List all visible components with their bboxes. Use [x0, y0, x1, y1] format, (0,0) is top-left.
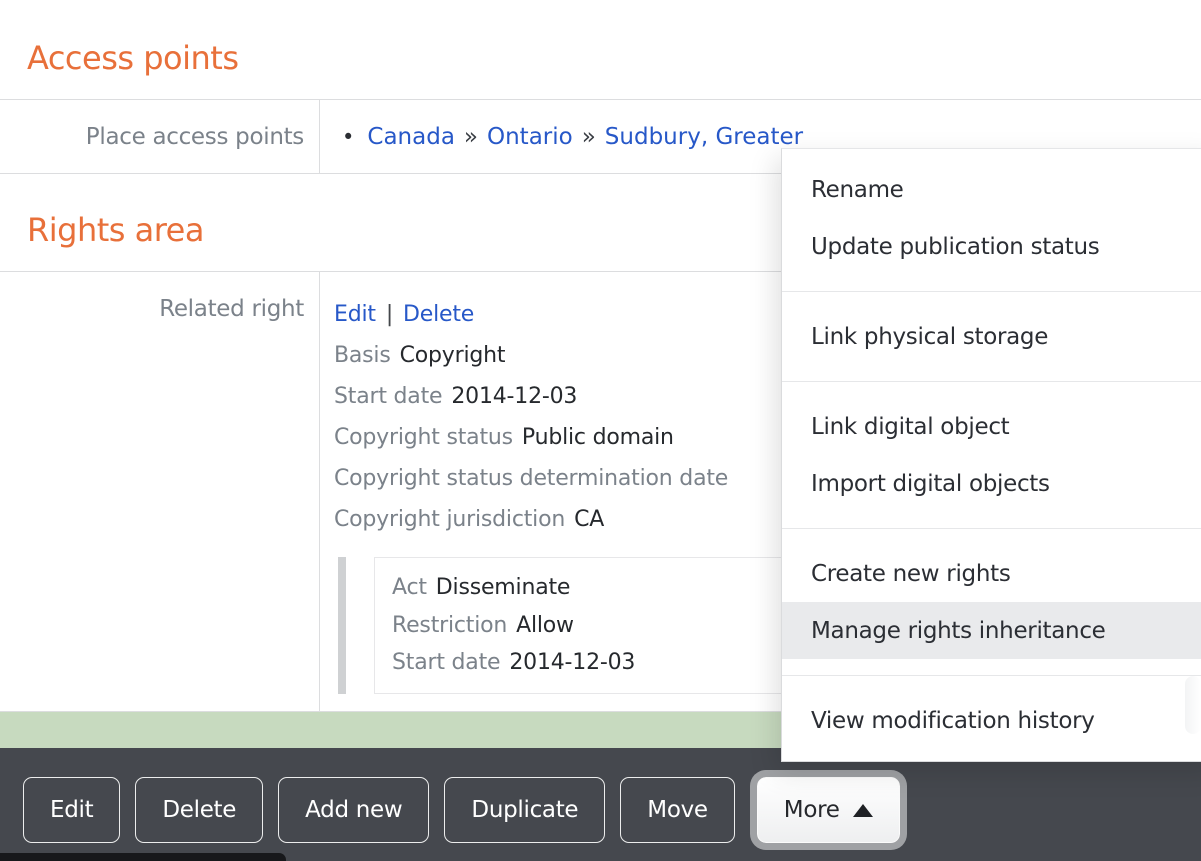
- breadcrumb-link-canada[interactable]: Canada: [367, 124, 455, 150]
- menu-item-view-modification-history[interactable]: View modification history: [782, 692, 1201, 749]
- field-value: Copyright: [400, 343, 506, 368]
- add-new-button[interactable]: Add new: [278, 777, 429, 843]
- field-value: Allow: [516, 613, 574, 638]
- button-label: Add new: [305, 797, 402, 823]
- access-points-heading: Access points: [0, 0, 1201, 100]
- field-label: Start date: [392, 650, 500, 675]
- more-button[interactable]: More: [757, 777, 900, 843]
- overlay-scrollbar-thumb[interactable]: [1185, 676, 1201, 734]
- field-value: CA: [574, 507, 604, 532]
- list-bullet: •: [342, 125, 354, 149]
- field-label: Act: [392, 575, 427, 600]
- breadcrumb-link-ontario[interactable]: Ontario: [487, 124, 573, 150]
- related-right-label: Related right: [0, 272, 320, 711]
- caret-up-icon: [853, 804, 873, 817]
- field-label: Copyright jurisdiction: [334, 507, 565, 532]
- field-label: Restriction: [392, 613, 507, 638]
- menu-item-update-publication-status[interactable]: Update publication status: [782, 218, 1201, 275]
- field-value: 2014-12-03: [509, 650, 635, 675]
- field-value: Disseminate: [436, 575, 570, 600]
- button-label: More: [784, 797, 840, 823]
- field-value: Public domain: [522, 425, 674, 450]
- menu-separator: [782, 675, 1201, 676]
- field-value: 2014-12-03: [451, 384, 577, 409]
- more-dropdown-menu: RenameUpdate publication status Link phys…: [781, 148, 1201, 762]
- button-label: Edit: [50, 797, 93, 823]
- delete-right-link[interactable]: Delete: [403, 302, 474, 327]
- button-label: Move: [647, 797, 707, 823]
- breadcrumb-link-sudbury-greater[interactable]: Sudbury, Greater: [605, 124, 803, 150]
- button-label: Duplicate: [471, 797, 578, 823]
- field-label: Copyright status: [334, 425, 513, 450]
- field-label: Basis: [334, 343, 391, 368]
- menu-separator: [782, 528, 1201, 529]
- action-toolbar: Edit Delete Add new Duplicate Move More: [0, 748, 1201, 861]
- edit-right-link[interactable]: Edit: [334, 302, 376, 327]
- menu-separator: [782, 381, 1201, 382]
- move-button[interactable]: Move: [620, 777, 734, 843]
- access-points-heading-text: Access points: [27, 39, 239, 77]
- menu-item-create-new-rights[interactable]: Create new rights: [782, 545, 1201, 602]
- breadcrumb: • Canada » Ontario » Sudbury, Greater: [333, 124, 803, 150]
- place-access-points-label: Place access points: [0, 100, 320, 173]
- field-label: Copyright status determination date: [334, 466, 728, 491]
- edit-button[interactable]: Edit: [23, 777, 120, 843]
- action-separator: |: [386, 302, 393, 327]
- rights-area-heading-text: Rights area: [27, 211, 204, 249]
- button-label: Delete: [162, 797, 236, 823]
- menu-item-import-digital-objects[interactable]: Import digital objects: [782, 455, 1201, 512]
- menu-item-link-digital-object[interactable]: Link digital object: [782, 398, 1201, 455]
- breadcrumb-separator: »: [464, 124, 478, 150]
- browser-status-bar-stub: [0, 853, 286, 861]
- granted-rights-quote-bar: [338, 557, 346, 694]
- menu-item-link-physical-storage[interactable]: Link physical storage: [782, 308, 1201, 365]
- menu-item-manage-rights-inheritance[interactable]: Manage rights inheritance: [782, 602, 1201, 659]
- menu-item-rename[interactable]: Rename: [782, 161, 1201, 218]
- place-access-points-value: • Canada » Ontario » Sudbury, Greater: [320, 100, 803, 173]
- duplicate-button[interactable]: Duplicate: [444, 777, 605, 843]
- delete-button[interactable]: Delete: [135, 777, 263, 843]
- breadcrumb-separator: »: [582, 124, 596, 150]
- field-label: Start date: [334, 384, 442, 409]
- menu-separator: [782, 291, 1201, 292]
